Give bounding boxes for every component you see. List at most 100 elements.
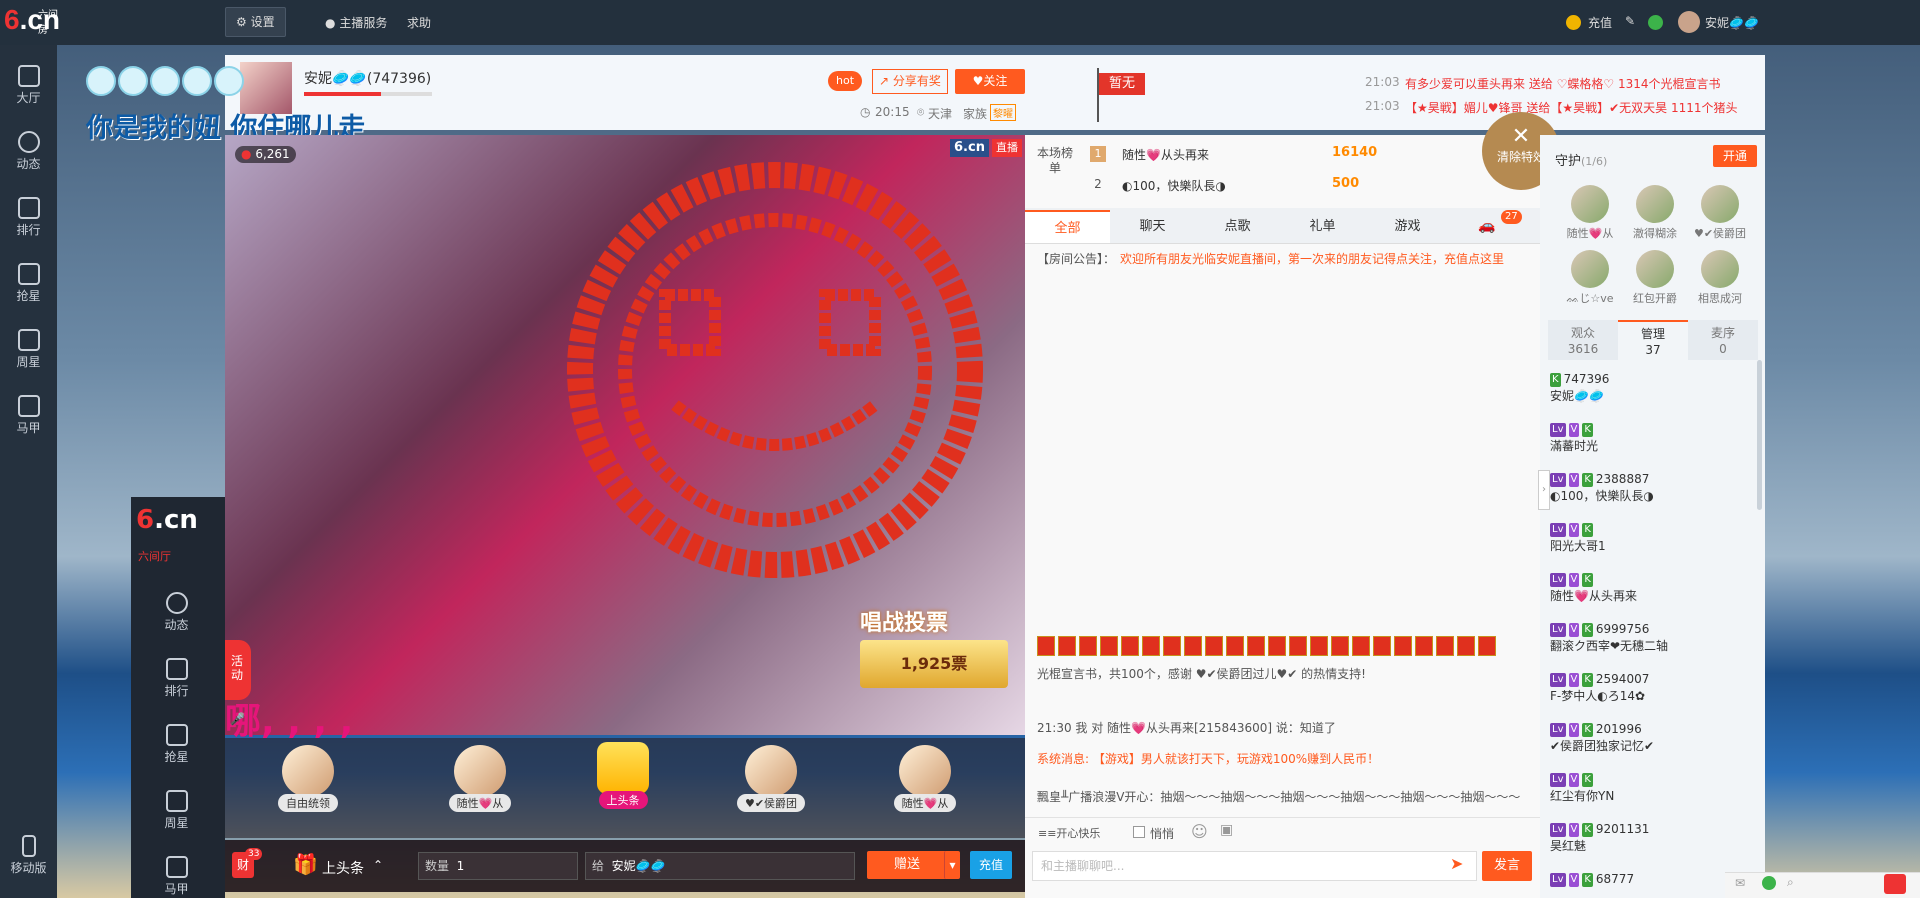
tab-audience[interactable]: 观众 3616	[1548, 325, 1618, 357]
sidebar-item-rank[interactable]: 排行	[0, 187, 57, 251]
tab-audience-label: 观众	[1570, 326, 1595, 340]
tab-mic-queue-count: 0	[1719, 342, 1727, 356]
sidebar-item-feed[interactable]: 动态	[0, 121, 57, 185]
car-count-badge: 27	[1501, 210, 1522, 224]
recharge-button[interactable]: 充值	[970, 851, 1012, 879]
guard-member[interactable]: ᨐじ☆ve	[1555, 250, 1625, 320]
guard-name: 随性💗从	[1566, 227, 1614, 240]
rank-user[interactable]: 随性💗从头再来	[1122, 146, 1209, 163]
quantity-field[interactable]: 数量 1	[418, 852, 578, 880]
sidebar-item-weekly[interactable]: 周星	[0, 319, 57, 383]
crown-icon	[17, 197, 40, 219]
tab-chat[interactable]: 聊天	[1110, 210, 1195, 243]
gift-item[interactable]: ♥✔侯爵团	[723, 745, 819, 825]
chat-input[interactable]: 和主播聊聊吧...	[1032, 851, 1477, 881]
user-row[interactable]: Lv V K 阳光大哥1	[1550, 522, 1760, 554]
image-icon[interactable]: ▣	[1220, 822, 1233, 838]
sidebar-item-star[interactable]: 抢星	[0, 253, 57, 317]
gift-item[interactable]: 随性💗从	[877, 745, 973, 825]
recipient-field[interactable]: 给 安妮🥏🥏	[585, 852, 855, 880]
host-service-link[interactable]: ● 主播服务	[325, 14, 387, 31]
send-button[interactable]: 发言	[1482, 851, 1532, 881]
guard-member[interactable]: 相思成河	[1685, 250, 1755, 320]
user-row[interactable]: Lv V K 滿蕃时光	[1550, 422, 1760, 454]
chevron-up-icon[interactable]: ⌃	[373, 858, 383, 872]
announce-text: 有多少爱可以重头再来 送给 ♡蝶格格♡ 1314个光棍宣言书	[1405, 77, 1721, 91]
chat-mode-selector[interactable]: ≡≡开心快乐	[1038, 825, 1100, 841]
user-row[interactable]: Lv V K 2594007 F-梦中人◐ろ14✿	[1550, 672, 1760, 704]
user-row[interactable]: Lv V K 201996 ✔侯爵团独家记忆✔	[1550, 722, 1760, 754]
tab-mic-queue[interactable]: 麦序 0	[1688, 325, 1758, 357]
user-row[interactable]: Lv V K 2388887 ◐100，快樂队長◑	[1550, 472, 1760, 504]
floating-logo[interactable]: 6.cn	[136, 505, 198, 535]
user-avatar[interactable]	[1678, 11, 1700, 33]
mail-icon[interactable]: ✉	[1735, 876, 1745, 890]
tab-game[interactable]: 游戏	[1365, 210, 1450, 243]
help-link[interactable]: 求助	[407, 14, 431, 31]
vote-button[interactable]: 1,925票	[860, 640, 1008, 688]
floating-item-feed[interactable]: 动态	[148, 582, 205, 646]
tab-managers[interactable]: 管理 37	[1618, 320, 1688, 360]
sidebar-item-mobile[interactable]: 移动版	[0, 825, 57, 889]
collapse-panel-handle[interactable]: ›	[1538, 470, 1550, 510]
zoom-icon[interactable]: ⌕	[1787, 875, 1794, 890]
vote-title: 唱战投票	[860, 611, 949, 636]
user-list-scrollbar[interactable]	[1757, 360, 1762, 510]
guard-member[interactable]: ♥✔侯爵团	[1685, 185, 1755, 255]
user-row[interactable]: Lv V K 随性💗从头再来	[1550, 572, 1760, 604]
tab-song[interactable]: 点歌	[1195, 210, 1280, 243]
floating-item-star[interactable]: 抢星	[148, 714, 205, 778]
level-badge: Lv	[1550, 522, 1566, 537]
activity-tab[interactable]: 活动	[225, 640, 251, 700]
sidebar-label: 抢星	[164, 750, 189, 764]
floating-hall-label[interactable]: 六间厅	[138, 548, 171, 564]
sidebar-item-vest[interactable]: 马甲	[0, 385, 57, 449]
edit-icon[interactable]: ✎	[1625, 14, 1635, 28]
whisper-checkbox[interactable]	[1133, 826, 1145, 838]
user-row[interactable]: K 747396 安妮🥏🥏	[1550, 372, 1760, 404]
follow-button[interactable]: ♥关注	[955, 69, 1025, 94]
username-menu[interactable]: 安妮🥏🥏	[1705, 14, 1759, 31]
flag-banner: 暂无	[1099, 73, 1145, 95]
settings-button[interactable]: ⚙ 设置	[225, 7, 286, 37]
user-row[interactable]: Lv V K 6999756 翻滚ク西宰❤无穗二轴	[1550, 622, 1760, 654]
room-notice-text[interactable]: 欢迎所有朋友光临安妮直播间，第一次来的朋友记得点关注，充值点这里	[1120, 250, 1520, 267]
chat-message: 光棍宣言书，共100个，感谢 ♥✔侯爵团过儿♥✔ 的热情支持!	[1037, 667, 1366, 681]
user-row[interactable]: Lv V K 红尘有你YN	[1550, 772, 1760, 804]
headline-gift[interactable]: 上头条	[575, 742, 671, 822]
floating-item-vest[interactable]: 马甲	[148, 846, 205, 898]
v-badge: V	[1568, 872, 1580, 887]
rank-user[interactable]: ◐100，快樂队長◑	[1122, 177, 1226, 194]
give-options-button[interactable]: ▾	[944, 851, 960, 879]
level-badge: Lv	[1550, 872, 1566, 887]
compass-icon	[165, 592, 188, 614]
k-badge: K	[1582, 822, 1593, 837]
gift-item[interactable]: 自由统领	[260, 745, 356, 825]
emoji-icon[interactable]: ☺	[1191, 822, 1208, 841]
floating-item-weekly[interactable]: 周星	[148, 780, 205, 844]
host-name: 安妮🥏🥏(747396)	[304, 71, 432, 87]
guard-member[interactable]: 澈得糊涂	[1620, 185, 1690, 255]
recharge-link[interactable]: 充值	[1588, 14, 1612, 31]
site-logo[interactable]: 6.cn 六间房	[4, 4, 60, 42]
car-icon[interactable]: 🚗	[1478, 218, 1495, 234]
give-gift-button[interactable]: 赠送	[867, 851, 947, 879]
user-row[interactable]: Lv V K 9201131 昊红魅	[1550, 822, 1760, 854]
share-button[interactable]: ↗ 分享有奖	[872, 69, 948, 94]
guard-member[interactable]: 红包开爵	[1620, 250, 1690, 320]
message-icon[interactable]	[1884, 874, 1906, 894]
guard-name: 红包开爵	[1633, 292, 1677, 305]
mic-icon[interactable]: 🎤	[230, 712, 245, 730]
gift-item[interactable]: 随性💗从	[432, 745, 528, 825]
send-plane-icon[interactable]: ➤	[1450, 854, 1463, 873]
rank-number: 2	[1094, 177, 1102, 191]
tab-gift-list[interactable]: 礼单	[1280, 210, 1365, 243]
tab-all[interactable]: 全部	[1025, 210, 1110, 243]
floating-item-rank[interactable]: 排行	[148, 648, 205, 712]
family-badge[interactable]: 黎曜	[990, 104, 1016, 121]
gift-selector[interactable]: 上头条	[322, 858, 364, 878]
guard-open-button[interactable]: 开通	[1713, 145, 1757, 167]
sidebar-item-hall[interactable]: 大厅	[0, 55, 57, 119]
guard-member[interactable]: 随性💗从	[1555, 185, 1625, 255]
sidebar-label: 排行	[164, 684, 189, 698]
